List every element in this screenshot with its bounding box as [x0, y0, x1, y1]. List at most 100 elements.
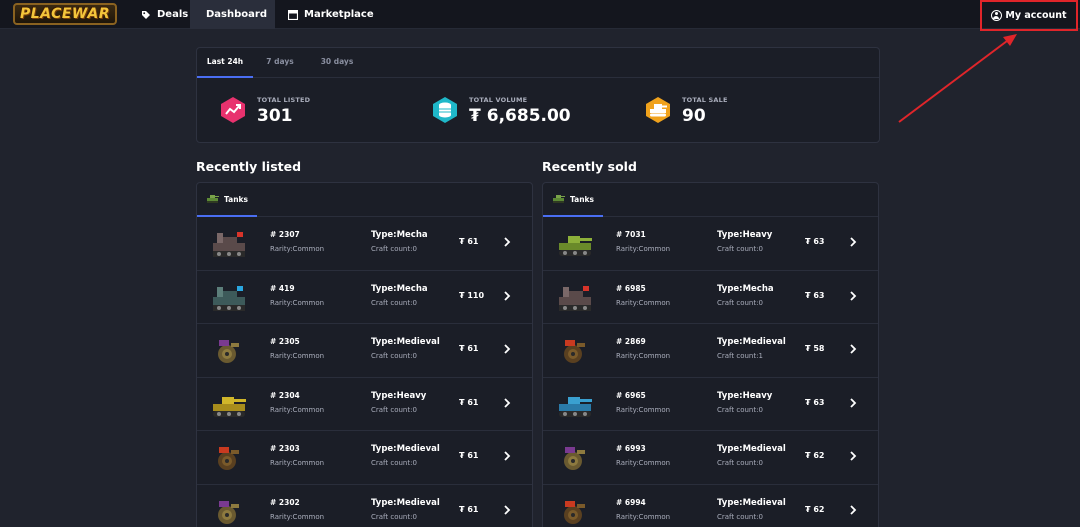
tank-type: Type:Medieval: [371, 497, 440, 508]
tab-30-days[interactable]: 30 days: [309, 48, 365, 78]
panel-tabbar: Tanks: [543, 183, 878, 217]
tank-image: [218, 340, 239, 363]
tab-7-days[interactable]: 7 days: [255, 48, 305, 78]
table-row[interactable]: # 419 Rarity:Common Type:Mecha Craft count:…: [197, 271, 532, 324]
stats-card: Last 24h 7 days 30 days TOTAL LISTED 301…: [196, 47, 880, 143]
nav-dashboard-label: Dashboard: [206, 9, 267, 20]
chevron-right-icon[interactable]: [847, 236, 859, 248]
tank-id: # 2869: [616, 337, 646, 346]
stat-total-listed: TOTAL LISTED 301: [219, 92, 399, 132]
recently-sold-title: Recently sold: [542, 159, 637, 174]
tank-craft-count: Craft count:0: [371, 459, 417, 467]
nav-deals-label: Deals: [157, 9, 189, 20]
chevron-right-icon[interactable]: [847, 397, 859, 409]
chevron-right-icon[interactable]: [847, 450, 859, 462]
tank-price: ₮ 61: [459, 504, 479, 514]
chevron-right-icon[interactable]: [501, 397, 513, 409]
chevron-right-icon[interactable]: [501, 236, 513, 248]
tank-rarity: Rarity:Common: [616, 352, 671, 360]
table-row[interactable]: # 2302 Rarity:Common Type:Medieval Craft co…: [197, 485, 532, 527]
recently-sold-panel: Tanks # 7031 Rarity:Common Type:Heavy Craft…: [542, 182, 879, 527]
stat-label: TOTAL VOLUME: [469, 96, 528, 104]
tank-id: # 2307: [270, 230, 300, 239]
tank-price: ₮ 58: [805, 344, 825, 353]
stat-label: TOTAL LISTED: [257, 96, 311, 104]
tank-image: [213, 396, 246, 417]
chevron-right-icon[interactable]: [847, 504, 859, 516]
chevron-right-icon[interactable]: [501, 290, 513, 302]
tank-craft-count: Craft count:1: [717, 352, 763, 360]
recently-listed-title: Recently listed: [196, 159, 302, 174]
tank-image: [564, 447, 585, 470]
tank-price: ₮ 61: [459, 344, 479, 353]
tank-price: ₮ 63: [805, 397, 825, 407]
table-row[interactable]: # 2869 Rarity:Common Type:Medieval Craft co…: [543, 324, 878, 378]
tank-type: Type:Medieval: [717, 497, 786, 508]
tank-image: [559, 236, 592, 256]
stat-value: ₮ 6,685.00: [469, 106, 571, 126]
tank-craft-count: Craft count:0: [371, 245, 417, 253]
my-account-button[interactable]: My account: [980, 0, 1078, 31]
tank-rarity: Rarity:Common: [270, 245, 325, 253]
tank-price: ₮ 63: [805, 237, 825, 246]
tank-price: ₮ 61: [459, 237, 479, 246]
table-row[interactable]: # 6985 Rarity:Common Type:Mecha Craft count…: [543, 271, 878, 324]
chevron-right-icon[interactable]: [501, 450, 513, 462]
tank-type: Type:Mecha: [717, 283, 774, 294]
tank-rarity: Rarity:Common: [270, 405, 325, 414]
tank-craft-count: Craft count:0: [371, 352, 417, 360]
table-row[interactable]: # 6965 Rarity:Common Type:Heavy Craft count…: [543, 378, 878, 431]
table-row[interactable]: # 2305 Rarity:Common Type:Medieval Craft co…: [197, 324, 532, 378]
time-range-tabs: Last 24h 7 days 30 days: [197, 48, 879, 78]
tank-type: Type:Mecha: [371, 283, 428, 294]
tank-image: [213, 285, 245, 311]
tank-price: ₮ 110: [459, 290, 485, 300]
tank-price: ₮ 62: [805, 504, 825, 514]
tank-icon: [206, 195, 219, 203]
nav-deals[interactable]: Deals: [131, 0, 198, 29]
top-navbar: PLACEWAR Deals Dashboard Marketplace My …: [0, 0, 1080, 31]
tank-price: ₮ 61: [459, 397, 479, 407]
placewar-logo[interactable]: PLACEWAR: [13, 3, 117, 25]
tank-id: # 2305: [270, 337, 300, 346]
tank-craft-count: Craft count:0: [371, 405, 417, 414]
nav-dashboard[interactable]: Dashboard: [190, 0, 275, 29]
tank-icon: [552, 195, 565, 203]
tank-type: Type:Medieval: [717, 444, 786, 454]
tank-id: # 6993: [616, 444, 646, 453]
tab-last-24h[interactable]: Last 24h: [197, 48, 253, 78]
tank-image: [564, 340, 585, 363]
table-row[interactable]: # 7031 Rarity:Common Type:Heavy Craft count…: [543, 217, 878, 271]
tank-id: # 7031: [616, 230, 646, 239]
table-row[interactable]: # 2303 Rarity:Common Type:Medieval Craft co…: [197, 431, 532, 485]
tank-id: # 2304: [270, 390, 300, 400]
tab-tanks[interactable]: Tanks: [197, 183, 257, 217]
tab-tanks[interactable]: Tanks: [543, 183, 603, 217]
logo-text: PLACEWAR: [20, 6, 110, 22]
tank-type: Type:Heavy: [717, 390, 773, 401]
tank-type: Type:Mecha: [371, 230, 428, 240]
stat-total-volume: TOTAL VOLUME ₮ 6,685.00: [431, 92, 631, 132]
recently-listed-panel: Tanks # 2307 Rarity:Common Type:Mecha Craft…: [196, 182, 533, 527]
tank-image: [564, 500, 585, 524]
table-row[interactable]: # 6994 Rarity:Common Type:Medieval Craft co…: [543, 485, 878, 527]
table-row[interactable]: # 6993 Rarity:Common Type:Medieval Craft co…: [543, 431, 878, 485]
nav-marketplace[interactable]: Marketplace: [278, 0, 384, 29]
tank-craft-count: Craft count:0: [717, 245, 763, 253]
chevron-right-icon[interactable]: [847, 290, 859, 302]
trend-chart-icon: [221, 97, 245, 123]
tank-price: ₮ 61: [459, 451, 479, 460]
tank-image: [559, 396, 592, 417]
tank-rarity: Rarity:Common: [270, 352, 325, 360]
table-row[interactable]: # 2307 Rarity:Common Type:Mecha Craft count…: [197, 217, 532, 271]
tank-price: ₮ 62: [805, 451, 825, 460]
tank-craft-count: Craft count:0: [371, 298, 417, 307]
stat-label: TOTAL SALE: [682, 96, 728, 104]
chevron-right-icon[interactable]: [847, 343, 859, 355]
chevron-right-icon[interactable]: [501, 504, 513, 516]
table-row[interactable]: # 2304 Rarity:Common Type:Heavy Craft count…: [197, 378, 532, 431]
tank-rarity: Rarity:Common: [270, 298, 325, 307]
chevron-right-icon[interactable]: [501, 343, 513, 355]
tank-rarity: Rarity:Common: [616, 405, 671, 414]
panel-tabbar: Tanks: [197, 183, 532, 217]
